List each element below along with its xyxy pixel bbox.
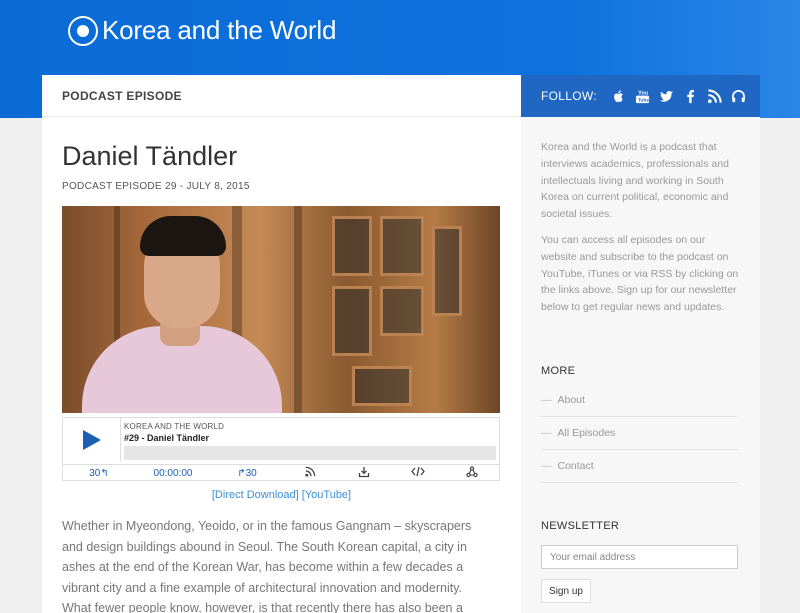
episode-description: Whether in Myeondong, Yeoido, or in the …: [62, 519, 472, 613]
player-show-name: KOREA AND THE WORLD: [124, 422, 225, 431]
korea-emblem-icon: [68, 15, 98, 46]
twitter-icon[interactable]: [659, 89, 674, 104]
player-controls: 30↰ 00:00:00 ↱30: [63, 464, 499, 481]
about-text: Korea and the World is a podcast that in…: [521, 117, 760, 316]
episode-photo: [62, 206, 500, 413]
main-content: PODCAST EPISODE Daniel Tändler PODCAST E…: [42, 75, 521, 613]
more-item-about[interactable]: — About: [541, 384, 738, 417]
rewind-30-button[interactable]: 30↰: [63, 468, 135, 479]
section-label: PODCAST EPISODE: [62, 88, 182, 103]
youtube-link[interactable]: [YouTube]: [302, 489, 351, 501]
direct-download-link[interactable]: [Direct Download]: [212, 489, 299, 501]
episode-meta: PODCAST EPISODE 29 - JULY 8, 2015: [62, 181, 250, 192]
forward-30-button[interactable]: ↱30: [211, 468, 283, 479]
player-time: 00:00:00: [153, 467, 193, 479]
facebook-icon[interactable]: [683, 89, 698, 104]
more-title: MORE: [541, 365, 576, 377]
more-item-all-episodes[interactable]: — All Episodes: [541, 417, 738, 450]
sidebar: FOLLOW: You Tube Korea and the World is a…: [521, 75, 760, 613]
player-progress-bar[interactable]: [124, 446, 496, 460]
player-episode-name: #29 - Daniel Tändler: [124, 433, 210, 443]
about-paragraph-1: Korea and the World is a podcast that in…: [541, 141, 729, 221]
follow-label: FOLLOW:: [541, 89, 597, 103]
rss-icon[interactable]: [283, 466, 337, 480]
svg-text:Tube: Tube: [638, 97, 650, 103]
share-icon[interactable]: [445, 465, 499, 481]
svg-text:You: You: [638, 90, 649, 96]
about-paragraph-2: You can access all episodes on our websi…: [541, 233, 739, 314]
headphones-icon[interactable]: [731, 89, 746, 104]
episode-title: Daniel Tändler: [62, 141, 238, 171]
more-item-contact[interactable]: — Contact: [541, 450, 738, 483]
audio-player: KOREA AND THE WORLD #29 - Daniel Tändler…: [62, 417, 500, 481]
site-logo[interactable]: Korea and the World: [68, 15, 336, 46]
play-button[interactable]: [63, 418, 121, 461]
site-title: Korea and the World: [102, 15, 337, 45]
signup-button[interactable]: Sign up: [541, 579, 591, 603]
section-header: PODCAST EPISODE: [42, 75, 521, 117]
play-icon: [82, 429, 101, 450]
more-list: — About — All Episodes — Contact: [541, 384, 738, 483]
episode-links: [Direct Download] [YouTube]: [42, 489, 521, 501]
newsletter-email-input[interactable]: [541, 545, 738, 569]
embed-icon[interactable]: [391, 466, 445, 480]
rss-icon[interactable]: [707, 88, 722, 104]
apple-icon[interactable]: [611, 89, 626, 104]
follow-bar: FOLLOW: You Tube: [521, 75, 760, 117]
youtube-icon[interactable]: You Tube: [635, 89, 650, 104]
download-icon[interactable]: [337, 466, 391, 481]
newsletter-title: NEWSLETTER: [541, 520, 620, 532]
